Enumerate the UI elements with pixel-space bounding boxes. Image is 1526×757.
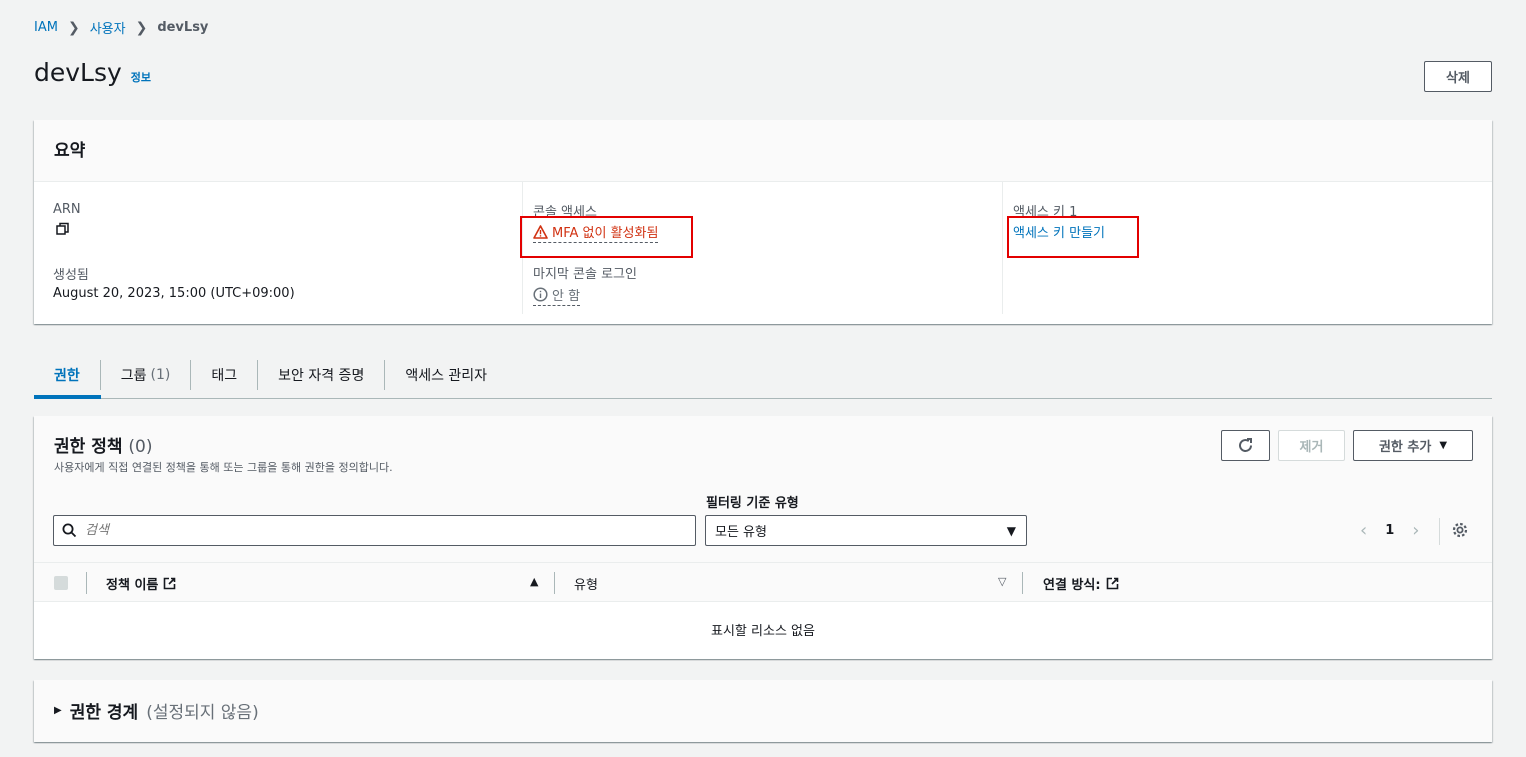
current-page[interactable]: 1 [1385,523,1394,538]
filter-type-select[interactable]: 모든 유형 ▼ [705,515,1027,546]
breadcrumb-iam-link[interactable]: IAM [34,20,58,35]
info-link[interactable]: 정보 [131,69,151,85]
refresh-button[interactable] [1221,430,1270,461]
info-icon [533,287,548,302]
tab-security-credentials[interactable]: 보안 자격 증명 [258,360,386,390]
tab-label: 보안 자격 증명 [278,368,365,384]
select-all-checkbox[interactable] [54,576,68,590]
create-access-key-link[interactable]: 액세스 키 만들기 [1013,222,1105,241]
last-login-value: 안 함 [552,289,581,304]
created-label: 생성됨 [53,268,89,283]
search-icon [62,523,77,538]
warning-icon [533,224,548,239]
gear-icon[interactable] [1451,521,1469,544]
tab-label: 권한 [54,368,80,384]
page-title: devLsy [34,58,122,87]
tab-label: 그룹 [120,368,147,384]
search-input[interactable] [85,523,665,538]
tab-label: 태그 [211,368,238,384]
breadcrumb-users-link[interactable]: 사용자 [90,18,126,37]
permissions-boundary-header[interactable]: ▶ 권한 경계 (설정되지 않음) [54,698,259,723]
last-login-status[interactable]: 안 함 [533,285,581,306]
breadcrumb: IAM ❯ 사용자 ❯ devLsy [34,18,209,38]
tab-permissions[interactable]: 권한 [34,360,101,390]
caret-right-icon: ▶ [54,705,62,716]
permissions-title: 권한 정책 (0) [54,432,153,457]
page-header: devLsy 정보 [34,58,151,87]
summary-title: 요약 [34,120,1492,182]
summary-panel: 요약 ARN 생성됨 August 20, 2023, 15:00 (UTC+0… [34,120,1492,324]
caret-down-icon: ▼ [1439,440,1448,451]
created-value: August 20, 2023, 15:00 (UTC+09:00) [53,286,295,301]
chevron-right-icon: ❯ [67,19,80,36]
console-access-value: MFA 없이 활성화됨 [552,226,659,241]
column-label: 연결 방식: [1043,578,1101,593]
tab-groups[interactable]: 그룹 (1) [101,360,192,390]
permissions-panel: 권한 정책 (0) 사용자에게 직접 연결된 정책을 통해 또는 그룹을 통해 … [34,416,1492,659]
refresh-icon [1239,438,1252,452]
copy-icon[interactable] [56,221,70,240]
table-header: 정책 이름 ▲ 유형 ▽ 연결 방식: [34,562,1492,602]
tab-count: (1) [150,367,171,383]
search-field[interactable] [53,515,696,546]
external-link-icon [1106,577,1118,590]
previous-page-icon[interactable]: ‹ [1360,520,1367,541]
column-divider [1002,182,1003,314]
pager-divider [1439,518,1440,545]
breadcrumb-current: devLsy [157,20,209,35]
tab-tags[interactable]: 태그 [191,360,259,390]
column-label: 정책 이름 [106,578,159,593]
add-permissions-button[interactable]: 권한 추가 ▼ [1353,430,1473,461]
delete-button[interactable]: 삭제 [1424,61,1492,92]
active-tab-indicator [34,395,101,399]
permissions-count: (0) [128,437,153,457]
remove-button[interactable]: 제거 [1278,430,1345,461]
chevron-right-icon: ❯ [135,19,148,36]
sort-descending-icon[interactable]: ▽ [998,575,1006,588]
console-access-status[interactable]: MFA 없이 활성화됨 [533,222,659,243]
filter-type-value: 모든 유형 [715,525,767,540]
tab-access-advisor[interactable]: 액세스 관리자 [385,360,507,390]
permissions-description: 사용자에게 직접 연결된 정책을 통해 또는 그룹을 통해 권한을 정의합니다. [54,461,393,474]
permissions-boundary-title: 권한 경계 [69,703,139,723]
column-divider [1022,572,1023,594]
filter-label: 필터링 기준 유형 [706,496,799,511]
empty-state-message: 표시할 리소스 없음 [711,624,815,639]
column-type[interactable]: 유형 [574,574,598,593]
arn-label: ARN [53,202,81,217]
caret-down-icon: ▼ [1006,523,1016,538]
column-divider [86,572,87,594]
permissions-boundary-status: (설정되지 않음) [146,703,259,723]
column-label: 유형 [574,578,598,593]
column-divider [554,572,555,594]
permissions-title-text: 권한 정책 [54,437,123,457]
permissions-boundary-panel[interactable]: ▶ 권한 경계 (설정되지 않음) [34,680,1492,742]
tab-bar: 권한 그룹 (1) 태그 보안 자격 증명 액세스 관리자 [34,352,1492,399]
last-login-label: 마지막 콘솔 로그인 [533,267,637,282]
column-attached-via[interactable]: 연결 방식: [1043,574,1119,593]
pagination: ‹ 1 › [1360,520,1419,541]
add-permissions-label: 권한 추가 [1378,440,1432,455]
next-page-icon[interactable]: › [1412,520,1419,541]
tab-label: 액세스 관리자 [405,368,488,384]
sort-ascending-icon[interactable]: ▲ [530,575,538,588]
column-policy-name[interactable]: 정책 이름 [106,574,176,593]
external-link-icon [164,577,176,590]
